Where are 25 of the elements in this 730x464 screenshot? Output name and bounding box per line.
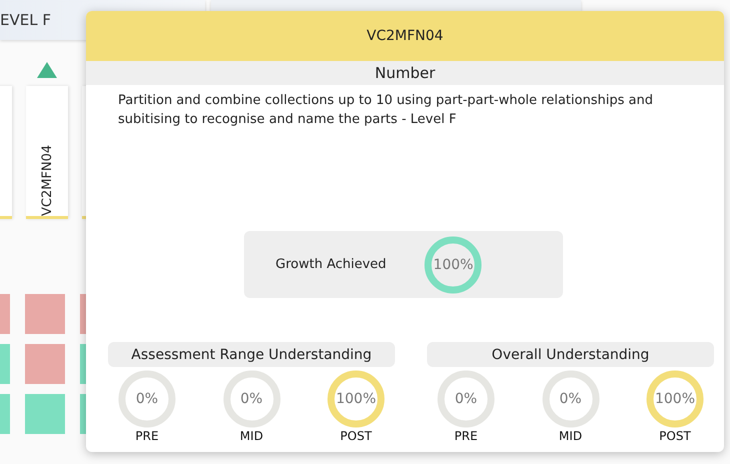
column-header[interactable]: VC2MFN04 bbox=[26, 86, 68, 219]
percent-value: 0% bbox=[454, 391, 478, 407]
ring-label: POST bbox=[659, 429, 691, 443]
growth-label: Growth Achieved bbox=[276, 257, 386, 272]
ring-label: MID bbox=[240, 429, 264, 443]
triangle-icon bbox=[37, 62, 57, 78]
modal-title: VC2MFN04 bbox=[86, 11, 724, 61]
percent-value: 0% bbox=[136, 391, 158, 407]
result-cell[interactable] bbox=[25, 344, 65, 384]
strand-title: Number bbox=[86, 61, 724, 85]
percent-value: 100% bbox=[433, 256, 474, 272]
ring-label: POST bbox=[340, 429, 372, 443]
result-cell[interactable] bbox=[25, 394, 65, 434]
percent-value: 100% bbox=[336, 391, 376, 407]
percent-value: 0% bbox=[559, 391, 582, 407]
ring-label: MID bbox=[558, 429, 582, 443]
percent-value: 100% bbox=[654, 391, 696, 407]
column-code: VC2MFN04 bbox=[40, 144, 54, 216]
group-title: Overall Understanding bbox=[427, 342, 714, 367]
description-text: Partition and combine collections up to 10 using part-part-whole relationships and subitising to recognise and name the parts - Level F bbox=[118, 92, 654, 129]
ring-label: PRE bbox=[135, 429, 159, 443]
result-cell[interactable] bbox=[25, 294, 65, 334]
group-title: Assessment Range Understanding bbox=[108, 342, 395, 367]
ring-label: PRE bbox=[454, 429, 478, 443]
percent-value: 0% bbox=[240, 391, 263, 407]
